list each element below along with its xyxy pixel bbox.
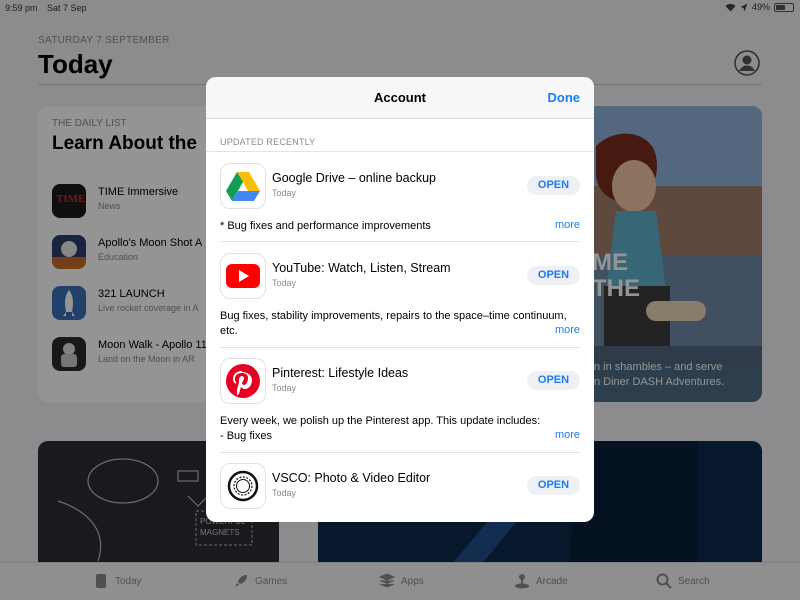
modal-header: Account Done (206, 77, 594, 119)
item-divider (220, 241, 580, 242)
update-app-name: Google Drive – online backup (272, 171, 436, 185)
more-link[interactable]: more (555, 219, 580, 231)
update-app-name: VSCO: Photo & Video Editor (272, 471, 431, 485)
update-item-vsco: VSCO: Photo & Video Editor Today OPEN (220, 463, 580, 522)
pinterest-icon (220, 358, 266, 404)
item-divider (220, 452, 580, 453)
vsco-icon (220, 463, 266, 509)
open-button[interactable]: OPEN (527, 476, 580, 495)
open-button[interactable]: OPEN (527, 176, 580, 195)
update-app-name: Pinterest: Lifestyle Ideas (272, 366, 409, 380)
update-date: Today (272, 278, 297, 288)
open-button[interactable]: OPEN (527, 266, 580, 285)
google-drive-icon (220, 163, 266, 209)
section-divider (206, 151, 594, 152)
update-notes: Every week, we polish up the Pinterest a… (220, 415, 541, 442)
done-button[interactable]: Done (548, 90, 581, 105)
update-date: Today (272, 488, 297, 498)
update-app-name: YouTube: Watch, Listen, Stream (272, 261, 451, 275)
update-notes: Bug fixes, stability improvements, repai… (220, 310, 567, 337)
more-link[interactable]: more (555, 429, 580, 441)
section-header: UPDATED RECENTLY (220, 137, 316, 147)
modal-title: Account (374, 90, 426, 105)
update-item-pinterest: Pinterest: Lifestyle Ideas Today OPEN Ev… (220, 358, 580, 463)
update-notes: * Bug fixes and performance improvements (220, 220, 431, 232)
youtube-icon (220, 253, 266, 299)
update-item-youtube: YouTube: Watch, Listen, Stream Today OPE… (220, 253, 580, 358)
update-date: Today (272, 383, 297, 393)
item-divider (220, 347, 580, 348)
update-date: Today (272, 188, 297, 198)
more-link[interactable]: more (555, 324, 580, 336)
account-modal: Account Done UPDATED RECENTLY Google Dri… (206, 77, 594, 522)
open-button[interactable]: OPEN (527, 371, 580, 390)
